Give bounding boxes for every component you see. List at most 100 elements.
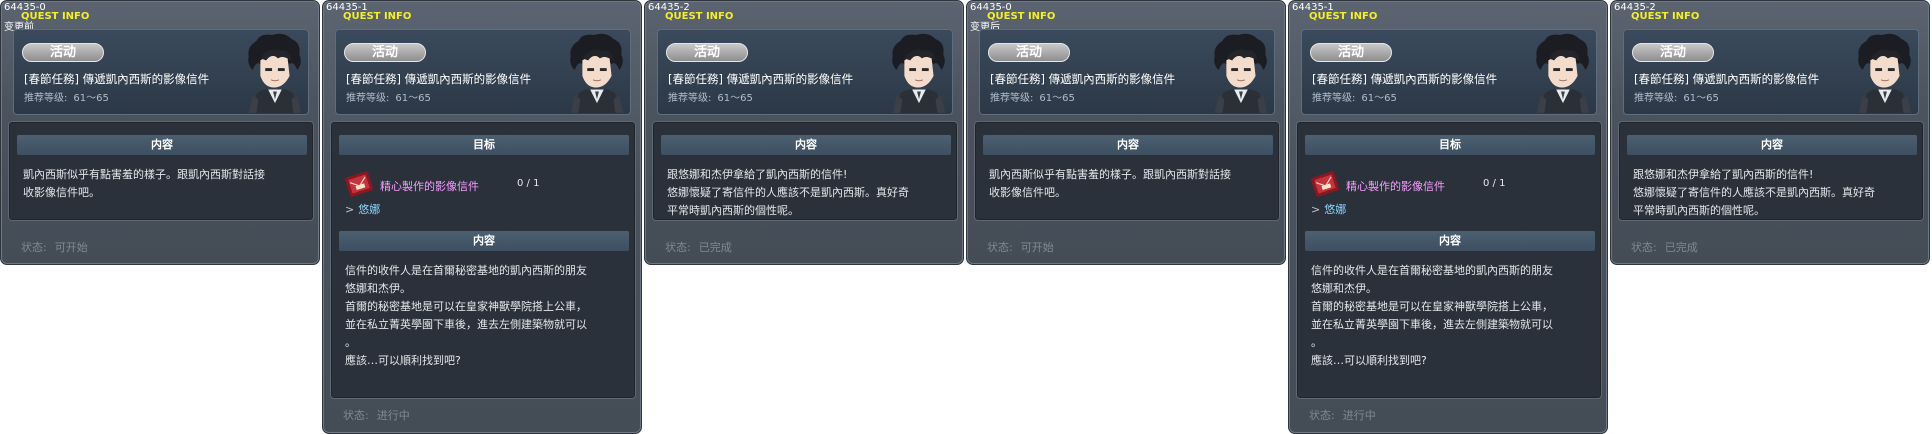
- level-range: 61～65: [717, 93, 753, 104]
- quest-info-label: QUEST INFO: [1631, 11, 1700, 22]
- content-header: 内容: [1305, 231, 1595, 251]
- category-badge: 活动: [1632, 43, 1714, 62]
- quest-info-panel: 64435-1 QUEST INFO 活动 [春節任務] 傳遞凱內西斯的影像信件…: [322, 0, 642, 434]
- target-npc[interactable]: > 悠娜: [1311, 201, 1346, 217]
- status-label: 状态:: [665, 241, 691, 254]
- goal-header: 目标: [1305, 135, 1595, 155]
- recommended-level: 推荐等级: 61～65: [990, 89, 1075, 104]
- npc-portrait-icon: [1857, 33, 1912, 114]
- quest-title: [春節任務] 傳遞凱內西斯的影像信件: [24, 72, 210, 86]
- quest-description: 凱內西斯似乎有點害羞的樣子。跟凱內西斯對話接 收影像信件吧。: [23, 168, 265, 199]
- level-label: 推荐等级:: [24, 93, 68, 104]
- goal-item: 精心製作的影像信件 0 / 1: [345, 170, 625, 198]
- quest-title: [春節任務] 傳遞凱內西斯的影像信件: [668, 72, 854, 86]
- quest-body: 内容 跟悠娜和杰伊拿給了凱內西斯的信件! 悠娜懷疑了寄信件的人應該不是凱內西斯。…: [652, 121, 958, 221]
- quest-description: 跟悠娜和杰伊拿給了凱內西斯的信件! 悠娜懷疑了寄信件的人應該不是凱內西斯。真好奇…: [1633, 168, 1875, 217]
- recommended-level: 推荐等级: 61～65: [24, 89, 109, 104]
- quest-info-label: QUEST INFO: [1309, 11, 1378, 22]
- chevron-right-icon: >: [1311, 203, 1321, 216]
- category-badge: 活动: [22, 43, 104, 62]
- goal-item: 精心製作的影像信件 0 / 1: [1311, 170, 1591, 198]
- npc-portrait-icon: [891, 33, 946, 114]
- target-npc[interactable]: > 悠娜: [345, 201, 380, 217]
- quest-description: 跟悠娜和杰伊拿給了凱內西斯的信件! 悠娜懷疑了寄信件的人應該不是凱內西斯。真好奇…: [667, 168, 909, 217]
- category-badge: 活动: [988, 43, 1070, 62]
- quest-header: 活动 [春節任務] 傳遞凱內西斯的影像信件 推荐等级: 61～65: [1623, 29, 1919, 115]
- npc-portrait-icon: [247, 33, 302, 114]
- level-label: 推荐等级:: [1634, 93, 1678, 104]
- quest-info-label: QUEST INFO: [665, 11, 734, 22]
- category-badge: 活动: [1310, 43, 1392, 62]
- quest-info-panel: 64435-0 QUEST INFO 变更后 活动 [春節任務] 傳遞凱內西斯的…: [966, 0, 1286, 265]
- status-value: 可开始: [54, 241, 88, 254]
- quest-body: 目标 精心製作的影像信件 0 / 1 > 悠娜 内容 信件的收件人是在首爾秘密基地…: [330, 121, 636, 399]
- status-label: 状态:: [1309, 409, 1335, 422]
- quest-status: 状态: 已完成: [1631, 239, 1698, 255]
- level-range: 61～65: [1039, 93, 1075, 104]
- recommended-level: 推荐等级: 61～65: [668, 89, 753, 104]
- quest-status: 状态: 可开始: [21, 239, 88, 255]
- status-value: 进行中: [1342, 409, 1376, 422]
- content-header: 内容: [983, 135, 1273, 155]
- content-header: 内容: [17, 135, 307, 155]
- quest-info-label: QUEST INFO: [987, 11, 1056, 22]
- content-header: 内容: [661, 135, 951, 155]
- content-header: 内容: [339, 231, 629, 251]
- quest-title: [春節任務] 傳遞凱內西斯的影像信件: [990, 72, 1176, 86]
- recommended-level: 推荐等级: 61～65: [346, 89, 431, 104]
- quest-header: 活动 [春節任務] 傳遞凱內西斯的影像信件 推荐等级: 61～65: [979, 29, 1275, 115]
- item-count: 0 / 1: [517, 178, 540, 189]
- quest-info-label: QUEST INFO: [21, 11, 90, 22]
- category-badge: 活动: [666, 43, 748, 62]
- quest-header: 活动 [春節任務] 傳遞凱內西斯的影像信件 推荐等级: 61～65: [657, 29, 953, 115]
- status-label: 状态:: [987, 241, 1013, 254]
- quest-title: [春節任務] 傳遞凱內西斯的影像信件: [346, 72, 532, 86]
- level-range: 61～65: [1683, 93, 1719, 104]
- quest-status: 状态: 可开始: [987, 239, 1054, 255]
- quest-status: 状态: 进行中: [1309, 407, 1376, 423]
- item-name: 精心製作的影像信件: [1346, 180, 1445, 193]
- npc-name[interactable]: 悠娜: [1324, 203, 1346, 216]
- status-value: 已完成: [698, 241, 732, 254]
- item-name: 精心製作的影像信件: [380, 180, 479, 193]
- quest-description: 信件的收件人是在首爾秘密基地的凱內西斯的朋友 悠娜和杰伊。 首爾的秘密基地是可以…: [1311, 264, 1553, 367]
- content-header: 内容: [1627, 135, 1917, 155]
- letter-icon: [1311, 170, 1339, 198]
- chevron-right-icon: >: [345, 203, 355, 216]
- npc-portrait-icon: [1213, 33, 1268, 114]
- quest-info-panel: 64435-1 QUEST INFO 活动 [春節任務] 傳遞凱內西斯的影像信件…: [1288, 0, 1608, 434]
- npc-portrait-icon: [569, 33, 624, 114]
- status-value: 可开始: [1020, 241, 1054, 254]
- quest-description: 信件的收件人是在首爾秘密基地的凱內西斯的朋友 悠娜和杰伊。 首爾的秘密基地是可以…: [345, 264, 587, 367]
- quest-body: 内容 跟悠娜和杰伊拿給了凱內西斯的信件! 悠娜懷疑了寄信件的人應該不是凱內西斯。…: [1618, 121, 1924, 221]
- quest-info-panel: 64435-2 QUEST INFO 活动 [春節任務] 傳遞凱內西斯的影像信件…: [644, 0, 964, 265]
- quest-body: 内容 凱內西斯似乎有點害羞的樣子。跟凱內西斯對話接 收影像信件吧。: [974, 121, 1280, 221]
- level-label: 推荐等级:: [668, 93, 712, 104]
- quest-info-panel: 64435-2 QUEST INFO 活动 [春節任務] 傳遞凱內西斯的影像信件…: [1610, 0, 1930, 265]
- recommended-level: 推荐等级: 61～65: [1312, 89, 1397, 104]
- level-label: 推荐等级:: [1312, 93, 1356, 104]
- quest-title: [春節任務] 傳遞凱內西斯的影像信件: [1634, 72, 1820, 86]
- quest-status: 状态: 已完成: [665, 239, 732, 255]
- status-value: 已完成: [1664, 241, 1698, 254]
- quest-info-panel: 64435-0 QUEST INFO 变更前 活动 [春節任務] 傳遞凱內西斯的…: [0, 0, 320, 265]
- quest-status: 状态: 进行中: [343, 407, 410, 423]
- status-label: 状态:: [343, 409, 369, 422]
- quest-description: 凱內西斯似乎有點害羞的樣子。跟凱內西斯對話接 收影像信件吧。: [989, 168, 1231, 199]
- quest-info-label: QUEST INFO: [343, 11, 412, 22]
- status-label: 状态:: [1631, 241, 1657, 254]
- npc-portrait-icon: [1535, 33, 1590, 114]
- quest-body: 目标 精心製作的影像信件 0 / 1 > 悠娜 内容 信件的收件人是在首爾秘密基地…: [1296, 121, 1602, 399]
- level-label: 推荐等级:: [346, 93, 390, 104]
- category-badge: 活动: [344, 43, 426, 62]
- status-label: 状态:: [21, 241, 47, 254]
- letter-icon: [345, 170, 373, 198]
- npc-name[interactable]: 悠娜: [358, 203, 380, 216]
- level-range: 61～65: [395, 93, 431, 104]
- status-value: 进行中: [376, 409, 410, 422]
- recommended-level: 推荐等级: 61～65: [1634, 89, 1719, 104]
- level-label: 推荐等级:: [990, 93, 1034, 104]
- item-count: 0 / 1: [1483, 178, 1506, 189]
- quest-body: 内容 凱內西斯似乎有點害羞的樣子。跟凱內西斯對話接 收影像信件吧。: [8, 121, 314, 221]
- quest-header: 活动 [春節任務] 傳遞凱內西斯的影像信件 推荐等级: 61～65: [1301, 29, 1597, 115]
